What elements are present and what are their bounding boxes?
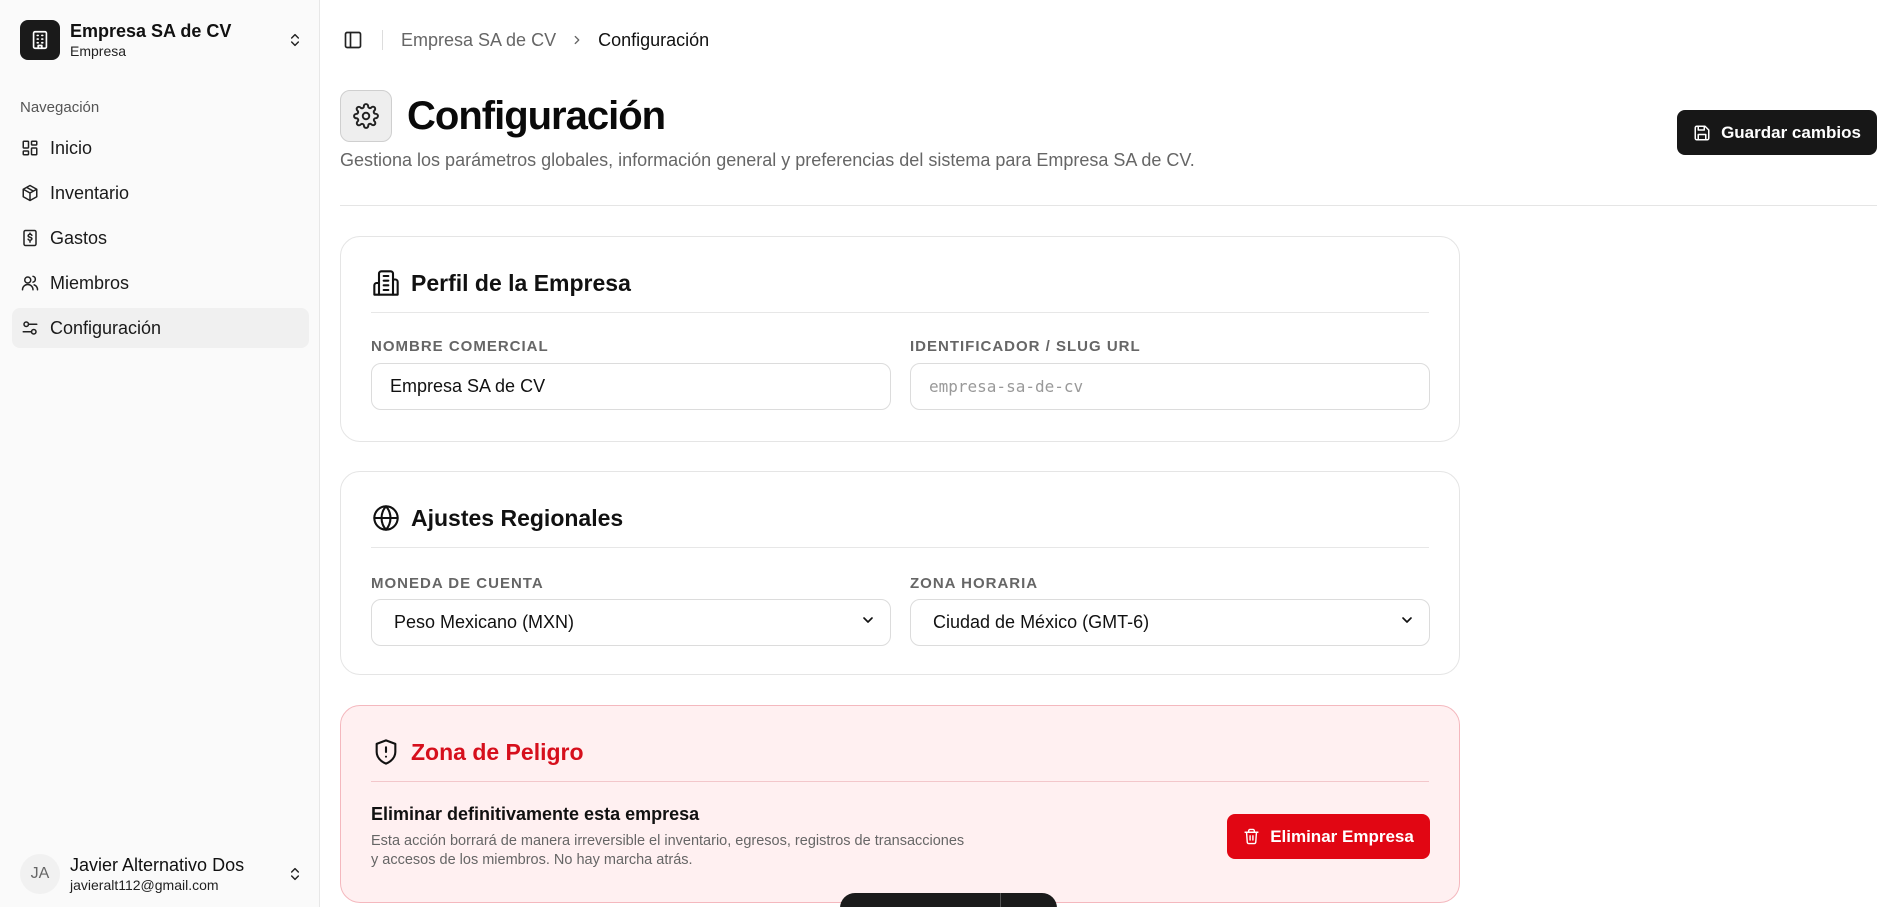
field-label: ZONA HORARIA <box>910 575 1039 592</box>
sidebar-item-inicio[interactable]: Inicio <box>12 128 309 168</box>
receipt-icon <box>20 228 40 248</box>
slug-input[interactable] <box>929 364 1429 409</box>
save-changes-label: Guardar cambios <box>1721 122 1861 142</box>
card-title: Ajustes Regionales <box>411 504 624 531</box>
timezone-select[interactable]: Ciudad de México (GMT-6) <box>910 599 1430 646</box>
sidebar-toggle-icon[interactable] <box>340 27 366 53</box>
avatar: JA <box>20 854 60 894</box>
sidebar-item-miembros[interactable]: Miembros <box>12 263 309 303</box>
dashboard-icon <box>20 138 40 158</box>
card-title: Perfil de la Empresa <box>411 269 631 296</box>
chevrons-up-down-icon <box>285 30 305 50</box>
sidebar-item-label: Inventario <box>50 182 130 203</box>
currency-value: Peso Mexicano (MXN) <box>394 612 575 632</box>
delete-company-button[interactable]: Eliminar Empresa <box>1227 814 1430 859</box>
page-title: Configuración <box>407 94 666 138</box>
save-changes-button[interactable]: Guardar cambios <box>1677 110 1877 155</box>
user-menu[interactable]: JA Javier Alternativo Dos javieralt112@g… <box>20 852 305 896</box>
divider <box>1000 893 1001 907</box>
nav-heading: Navegación <box>20 99 100 116</box>
sidebar-item-label: Inicio <box>50 137 93 158</box>
sidebar-item-label: Gastos <box>50 227 108 248</box>
field-label: IDENTIFICADOR / SLUG URL <box>910 338 1141 355</box>
field-label: MONEDA DE CUENTA <box>371 575 544 592</box>
sidebar-item-inventario[interactable]: Inventario <box>12 173 309 213</box>
header-divider <box>340 205 1877 206</box>
breadcrumb: Empresa SA de CV Configuración <box>401 30 709 51</box>
danger-action-title: Eliminar definitivamente esta empresa <box>371 804 700 824</box>
chevron-down-icon <box>860 612 876 633</box>
topbar: Empresa SA de CV Configuración <box>340 25 709 55</box>
shield-alert-icon <box>371 737 401 767</box>
breadcrumb-parent[interactable]: Empresa SA de CV <box>401 30 556 51</box>
users-icon <box>20 273 40 293</box>
sidebar-item-label: Miembros <box>50 272 130 293</box>
company-profile-card: Perfil de la Empresa NOMBRE COMERCIAL ID… <box>340 236 1460 442</box>
delete-company-label: Eliminar Empresa <box>1270 826 1414 846</box>
gear-icon <box>340 90 392 142</box>
user-email: javieralt112@gmail.com <box>70 876 219 893</box>
regional-settings-card: Ajustes Regionales MONEDA DE CUENTA Peso… <box>340 471 1460 675</box>
breadcrumb-current: Configuración <box>598 29 710 50</box>
settings-sliders-icon <box>20 318 40 338</box>
page-description: Gestiona los parámetros globales, inform… <box>340 150 1195 170</box>
package-icon <box>20 183 40 203</box>
org-type: Empresa <box>70 42 127 59</box>
currency-select[interactable]: Peso Mexicano (MXN) <box>371 599 891 646</box>
user-name: Javier Alternativo Dos <box>70 854 245 875</box>
save-icon <box>1693 124 1711 142</box>
divider <box>382 30 383 50</box>
slug-field[interactable] <box>910 363 1430 410</box>
floating-toolbar[interactable] <box>840 893 1057 907</box>
sidebar-item-configuracion[interactable]: Configuración <box>12 308 309 348</box>
company-name-input[interactable] <box>390 364 890 409</box>
chevrons-up-down-icon <box>285 864 305 884</box>
sidebar-nav: Inicio Inventario Gastos Miembros Config… <box>12 128 309 353</box>
sidebar-item-gastos[interactable]: Gastos <box>12 218 309 258</box>
divider <box>371 781 1429 782</box>
company-name-field[interactable] <box>371 363 891 410</box>
timezone-value: Ciudad de México (GMT-6) <box>933 612 1150 632</box>
org-name: Empresa SA de CV <box>70 20 232 41</box>
building-icon <box>371 268 401 298</box>
sidebar: Empresa SA de CV Empresa Navegación Inic… <box>0 0 320 907</box>
building-icon <box>20 20 60 60</box>
chevron-right-icon <box>570 33 584 47</box>
trash-icon <box>1243 828 1260 845</box>
card-title: Zona de Peligro <box>411 738 584 765</box>
field-label: NOMBRE COMERCIAL <box>371 338 549 355</box>
globe-icon <box>371 503 401 533</box>
danger-action-description: Esta acción borrará de manera irreversib… <box>371 833 965 868</box>
sidebar-item-label: Configuración <box>50 317 162 338</box>
divider <box>371 547 1429 548</box>
divider <box>371 312 1429 313</box>
chevron-down-icon <box>1399 612 1415 633</box>
danger-zone-card: Zona de Peligro Eliminar definitivamente… <box>340 705 1460 903</box>
org-switcher[interactable]: Empresa SA de CV Empresa <box>20 20 305 60</box>
